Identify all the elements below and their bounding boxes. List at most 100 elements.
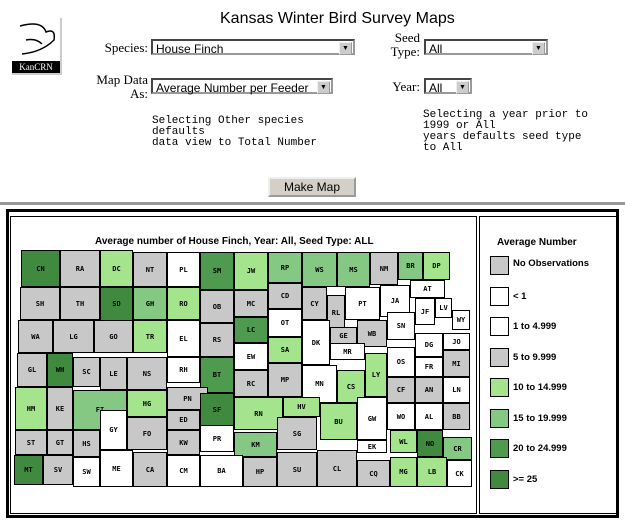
county-wy: WY bbox=[452, 310, 470, 330]
county-ed: ED bbox=[167, 410, 200, 430]
county-dc: DC bbox=[100, 250, 133, 287]
county-fr: FR bbox=[415, 357, 443, 377]
legend-label: < 1 bbox=[513, 290, 527, 302]
map-data-label: Map Data As: bbox=[96, 72, 148, 101]
county-dk: DK bbox=[302, 320, 330, 365]
county-hg: HG bbox=[127, 390, 167, 417]
county-cl: CL bbox=[317, 450, 357, 487]
county-cm: CM bbox=[167, 455, 200, 487]
county-sd: SD bbox=[100, 287, 133, 321]
county-jo: JO bbox=[443, 333, 470, 350]
legend-label: 10 to 14.999 bbox=[513, 382, 567, 393]
dropdown-arrow-icon: ▼ bbox=[456, 81, 469, 94]
legend-swatch bbox=[490, 256, 509, 275]
county-jf: JF bbox=[415, 298, 435, 325]
county-nm: NM bbox=[370, 252, 398, 285]
county-rc: RC bbox=[234, 370, 268, 397]
county-ob: OB bbox=[200, 290, 234, 323]
legend-label: No Observations bbox=[513, 258, 590, 269]
legend-swatch bbox=[490, 286, 509, 306]
county-gt: GT bbox=[47, 430, 73, 455]
legend-label: >= 25 bbox=[513, 473, 538, 485]
year-label: Year: bbox=[392, 79, 420, 94]
county-br: BR bbox=[398, 252, 423, 280]
county-sf: SF bbox=[200, 393, 234, 427]
kancrn-logo: KanCRN bbox=[12, 18, 62, 75]
county-at: AT bbox=[410, 280, 445, 298]
county-me: ME bbox=[100, 450, 133, 487]
county-al: AL bbox=[415, 403, 443, 430]
county-ly: LY bbox=[365, 353, 387, 397]
county-sw: SW bbox=[73, 457, 100, 487]
county-sc: SC bbox=[73, 357, 100, 387]
county-lc: LC bbox=[234, 317, 268, 343]
legend-swatch bbox=[490, 439, 509, 458]
county-mi: MI bbox=[443, 350, 470, 377]
county-gw: GW bbox=[357, 397, 387, 440]
county-wl: WL bbox=[390, 430, 417, 453]
county-km: KM bbox=[234, 432, 277, 457]
county-gl: GL bbox=[17, 353, 47, 387]
county-cf: CF bbox=[387, 377, 415, 403]
seed-type-value: All bbox=[429, 42, 443, 56]
county-rp: RP bbox=[268, 252, 302, 283]
county-ro: RO bbox=[167, 287, 200, 320]
legend-swatch bbox=[490, 378, 509, 397]
county-rh: RH bbox=[167, 357, 200, 383]
county-wo: WO bbox=[387, 403, 415, 430]
county-pt: PT bbox=[345, 287, 380, 320]
dropdown-arrow-icon: ▼ bbox=[339, 42, 352, 55]
legend-swatch bbox=[490, 347, 509, 367]
legend-label: 20 to 24.999 bbox=[513, 443, 567, 454]
county-el: EL bbox=[167, 320, 200, 357]
county-cq: CQ bbox=[357, 460, 390, 487]
county-ek: EK bbox=[357, 440, 387, 453]
county-no: NO bbox=[417, 430, 443, 457]
county-su: SU bbox=[277, 452, 317, 487]
county-ws: WS bbox=[302, 252, 337, 287]
county-sn: SN bbox=[387, 312, 415, 340]
county-os: OS bbox=[387, 347, 415, 377]
county-ms: MS bbox=[337, 252, 370, 287]
county-mc: MC bbox=[234, 290, 268, 317]
county-lv: LV bbox=[435, 298, 452, 318]
seed-type-select[interactable]: All ▼ bbox=[424, 39, 548, 56]
county-ra: RA bbox=[60, 250, 100, 287]
year-select[interactable]: All ▼ bbox=[424, 78, 472, 95]
logo-text: KanCRN bbox=[12, 61, 60, 73]
county-fo: FO bbox=[127, 417, 167, 450]
county-wa: WA bbox=[18, 320, 53, 353]
species-note: Selecting Other species defaults data vi… bbox=[152, 115, 318, 149]
map-data-value: Average Number per Feeder bbox=[156, 81, 309, 95]
county-mg: MG bbox=[390, 457, 417, 487]
dropdown-arrow-icon: ▼ bbox=[317, 81, 330, 94]
make-map-button[interactable]: Make Map bbox=[268, 177, 356, 197]
county-tr: TR bbox=[133, 320, 167, 353]
county-st: ST bbox=[15, 430, 47, 455]
county-jw: JW bbox=[234, 252, 268, 290]
page-title: Kansas Winter Bird Survey Maps bbox=[220, 10, 455, 27]
county-ln: LN bbox=[443, 377, 470, 403]
county-ck: CK bbox=[447, 460, 472, 487]
divider bbox=[0, 202, 625, 205]
county-cn: CN bbox=[21, 250, 60, 287]
county-ba: BA bbox=[200, 455, 243, 487]
county-gh: GH bbox=[133, 287, 167, 320]
county-nt: NT bbox=[133, 252, 167, 287]
legend-label: 15 to 19.999 bbox=[513, 412, 567, 424]
county-sh: SH bbox=[20, 287, 60, 320]
species-label: Species: bbox=[104, 40, 148, 55]
county-le: LE bbox=[100, 357, 127, 390]
county-hs: HS bbox=[73, 430, 100, 457]
county-mr: MR bbox=[330, 343, 365, 360]
seed-type-label: Seed Type: bbox=[390, 30, 420, 59]
county-wh: WH bbox=[47, 353, 73, 387]
county-bb: BB bbox=[443, 403, 470, 430]
county-ke: KE bbox=[47, 387, 73, 430]
species-select[interactable]: House Finch ▼ bbox=[151, 39, 355, 56]
legend-title: Average Number bbox=[497, 237, 577, 248]
legend-label: 5 to 9.999 bbox=[513, 351, 557, 363]
county-ge: GE bbox=[330, 327, 357, 344]
map-data-select[interactable]: Average Number per Feeder ▼ bbox=[151, 78, 333, 95]
county-ns: NS bbox=[127, 357, 167, 390]
